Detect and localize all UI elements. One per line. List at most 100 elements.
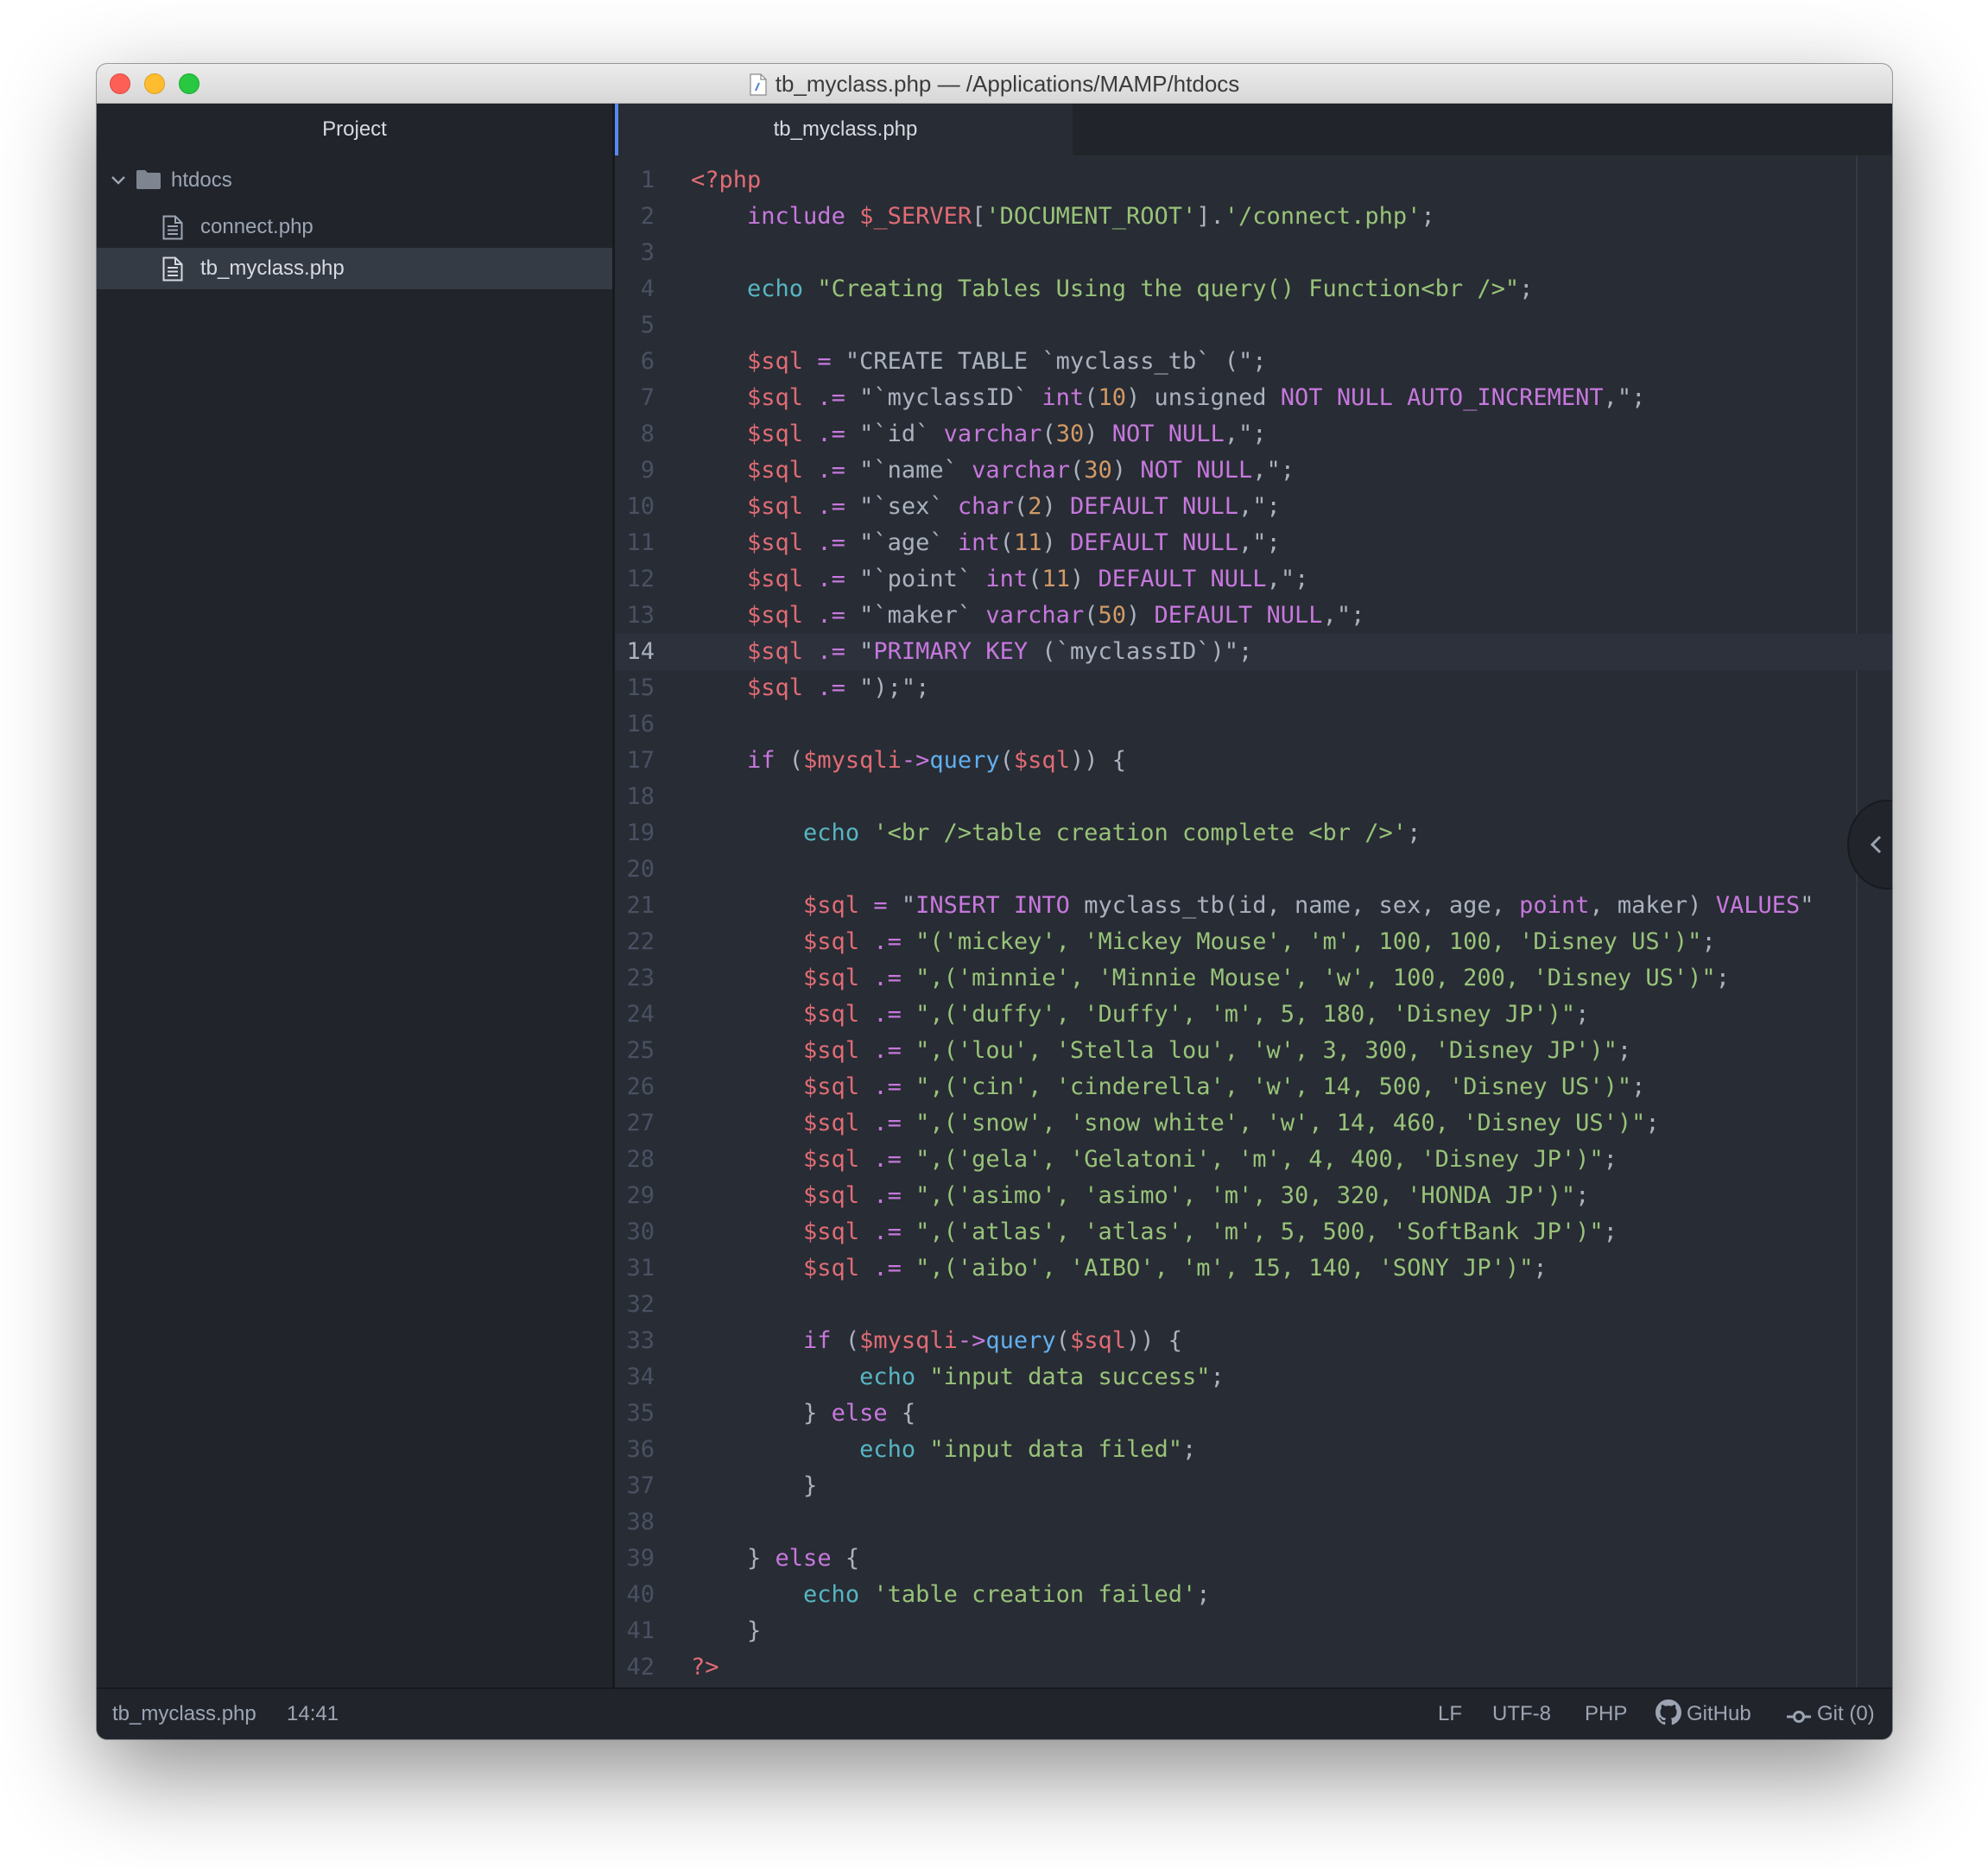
project-tree-panel: Project htdocs connect.php tb_myclass.ph… [97, 104, 615, 1687]
line-number: 1 [640, 167, 655, 193]
title-bar[interactable]: tb_myclass.php — /Applications/MAMP/htdo… [97, 64, 1892, 104]
code-line[interactable]: 8 $sql .= "`id` varchar(30) NOT NULL,"; [615, 416, 1892, 453]
code-line[interactable]: 34 echo "input data success"; [615, 1359, 1892, 1396]
chevron-left-icon [1870, 835, 1882, 854]
status-grammar[interactable]: PHP [1585, 1689, 1627, 1739]
code-line[interactable]: 26 $sql .= ",('cin', 'cinderella', 'w', … [615, 1069, 1892, 1105]
code-text: echo 'table creation failed'; [803, 1581, 1211, 1608]
code-text: $sql .= ");"; [747, 674, 930, 701]
code-text: $sql .= ",('gela', 'Gelatoni', 'm', 4, 4… [803, 1146, 1618, 1173]
code-editor[interactable]: 1 <?php 2 include $_SERVER['DOCUMENT_ROOT'… [615, 155, 1892, 1687]
code-line[interactable]: 33 if ($mysqli->query($sql)) { [615, 1323, 1892, 1359]
code-text: $sql = "INSERT INTO myclass_tb(id, name,… [803, 892, 1814, 919]
git-label: Git (0) [1817, 1702, 1875, 1725]
code-line[interactable]: 18 [615, 779, 1892, 815]
code-line[interactable]: 1 <?php [615, 162, 1892, 199]
code-line[interactable]: 2 include $_SERVER['DOCUMENT_ROOT'].'/co… [615, 199, 1892, 235]
code-text: echo "input data filed"; [859, 1436, 1197, 1463]
line-number: 7 [640, 384, 655, 411]
code-line[interactable]: 20 [615, 851, 1892, 888]
status-encoding[interactable]: UTF-8 [1492, 1689, 1551, 1739]
code-line[interactable]: 4 echo "Creating Tables Using the query(… [615, 271, 1892, 307]
code-line[interactable]: 21 $sql = "INSERT INTO myclass_tb(id, na… [615, 888, 1892, 924]
line-number: 22 [626, 928, 655, 955]
code-line[interactable]: 7 $sql .= "`myclassID` int(10) unsigned … [615, 380, 1892, 416]
code-line[interactable]: 42 ?> [615, 1649, 1892, 1686]
code-text: $sql .= ",('atlas', 'atlas', 'm', 5, 500… [803, 1218, 1618, 1245]
code-line[interactable]: 41 } [615, 1613, 1892, 1649]
tree-file-connect-php[interactable]: connect.php [97, 206, 612, 248]
code-text: $sql .= "`age` int(11) DEFAULT NULL,"; [747, 529, 1281, 556]
folder-label: htdocs [171, 168, 232, 192]
status-cursor-position[interactable]: 14:41 [287, 1689, 339, 1739]
code-text: echo "Creating Tables Using the query() … [747, 275, 1534, 302]
code-line[interactable]: 27 $sql .= ",('snow', 'snow white', 'w',… [615, 1105, 1892, 1142]
code-line[interactable]: 28 $sql .= ",('gela', 'Gelatoni', 'm', 4… [615, 1142, 1892, 1178]
tab-tb-myclass-php[interactable]: tb_myclass.php [615, 104, 1073, 155]
code-line[interactable]: 39 } else { [615, 1541, 1892, 1577]
file-text-icon [162, 215, 183, 240]
line-number: 17 [626, 747, 655, 774]
code-text: $sql .= "`id` varchar(30) NOT NULL,"; [747, 421, 1267, 447]
code-text: include $_SERVER['DOCUMENT_ROOT'].'/conn… [747, 203, 1435, 230]
folder-icon [136, 170, 161, 189]
code-line[interactable]: 19 echo '<br />table creation complete <… [615, 815, 1892, 851]
code-line[interactable]: 5 [615, 307, 1892, 344]
status-github-button[interactable]: GitHub [1656, 1689, 1751, 1739]
code-line[interactable]: 22 $sql .= "('mickey', 'Mickey Mouse', '… [615, 924, 1892, 960]
code-line[interactable]: 38 [615, 1504, 1892, 1541]
code-line[interactable]: 12 $sql .= "`point` int(11) DEFAULT NULL… [615, 561, 1892, 598]
line-number: 35 [626, 1400, 655, 1427]
code-text: $sql .= ",('lou', 'Stella lou', 'w', 3, … [803, 1037, 1632, 1064]
status-file-path[interactable]: tb_myclass.php [112, 1689, 256, 1739]
code-line[interactable]: 31 $sql .= ",('aibo', 'AIBO', 'm', 15, 1… [615, 1250, 1892, 1287]
code-line[interactable]: 25 $sql .= ",('lou', 'Stella lou', 'w', … [615, 1033, 1892, 1069]
line-number: 31 [626, 1255, 655, 1282]
chevron-down-icon[interactable] [111, 174, 126, 187]
code-line[interactable]: 35 } else { [615, 1396, 1892, 1432]
code-line[interactable]: 40 echo 'table creation failed'; [615, 1577, 1892, 1613]
code-line[interactable]: 6 $sql = "CREATE TABLE `myclass_tb` ("; [615, 344, 1892, 380]
line-number: 23 [626, 965, 655, 991]
tree-folder-htdocs[interactable]: htdocs [97, 160, 612, 201]
line-number: 33 [626, 1327, 655, 1354]
status-line-ending[interactable]: LF [1438, 1689, 1462, 1739]
line-number: 36 [626, 1436, 655, 1463]
line-number: 4 [640, 275, 655, 302]
code-text: $sql .= "`point` int(11) DEFAULT NULL,"; [747, 566, 1309, 592]
code-line[interactable]: 17 if ($mysqli->query($sql)) { [615, 743, 1892, 779]
code-line[interactable]: 13 $sql .= "`maker` varchar(50) DEFAULT … [615, 598, 1892, 634]
line-number: 29 [626, 1182, 655, 1209]
line-number: 26 [626, 1073, 655, 1100]
line-number: 12 [626, 566, 655, 592]
code-line[interactable]: 15 $sql .= ");"; [615, 670, 1892, 706]
status-git-button[interactable]: Git (0) [1786, 1689, 1875, 1739]
line-number: 38 [626, 1509, 655, 1535]
code-text: $sql .= "`name` varchar(30) NOT NULL,"; [747, 457, 1295, 484]
code-line[interactable]: 9 $sql .= "`name` varchar(30) NOT NULL,"… [615, 453, 1892, 489]
code-line[interactable]: 29 $sql .= ",('asimo', 'asimo', 'm', 30,… [615, 1178, 1892, 1214]
line-number: 8 [640, 421, 655, 447]
file-label: tb_myclass.php [200, 256, 345, 280]
line-number: 41 [626, 1617, 655, 1644]
code-line[interactable]: 24 $sql .= ",('duffy', 'Duffy', 'm', 5, … [615, 997, 1892, 1033]
file-label: connect.php [200, 215, 313, 238]
code-line[interactable]: 14 $sql .= "PRIMARY KEY (`myclassID`)"; [615, 634, 1892, 670]
code-line[interactable]: 16 [615, 706, 1892, 743]
code-line[interactable]: 30 $sql .= ",('atlas', 'atlas', 'm', 5, … [615, 1214, 1892, 1250]
code-line[interactable]: 11 $sql .= "`age` int(11) DEFAULT NULL,"… [615, 525, 1892, 561]
code-line[interactable]: 36 echo "input data filed"; [615, 1432, 1892, 1468]
line-number: 19 [626, 820, 655, 846]
line-number: 34 [626, 1364, 655, 1390]
file-text-icon [162, 256, 183, 282]
line-number: 37 [626, 1472, 655, 1499]
code-line[interactable]: 32 [615, 1287, 1892, 1323]
line-number: 11 [626, 529, 655, 556]
code-text: $sql .= "`myclassID` int(10) unsigned NO… [747, 384, 1646, 411]
code-line[interactable]: 3 [615, 235, 1892, 271]
code-line[interactable]: 10 $sql .= "`sex` char(2) DEFAULT NULL,"… [615, 489, 1892, 525]
tree-file-tb-myclass-php[interactable]: tb_myclass.php [97, 248, 612, 289]
code-line[interactable]: 23 $sql .= ",('minnie', 'Minnie Mouse', … [615, 960, 1892, 997]
line-number: 6 [640, 348, 655, 375]
code-line[interactable]: 37 } [615, 1468, 1892, 1504]
